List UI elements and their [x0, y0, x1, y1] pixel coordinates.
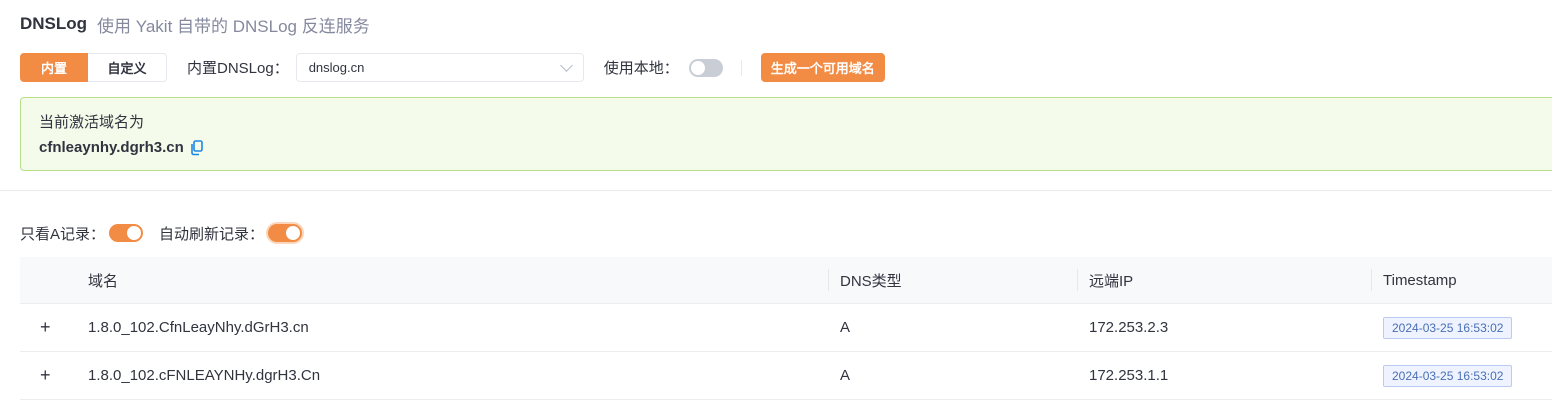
table-row[interactable]: + 1.8.0_102.CfnLeayNhy.dGrH3.cn A 172.25…	[20, 304, 1552, 352]
table-header: 域名 DNS类型 远端IP Timestamp	[20, 257, 1552, 304]
switch-knob	[286, 226, 301, 240]
column-dns-type: DNS类型	[828, 257, 1077, 303]
plus-icon[interactable]: +	[20, 317, 76, 338]
builtin-dnslog-select[interactable]: dnslog.cn	[295, 53, 584, 82]
row-dns-type: A	[840, 319, 851, 336]
switch-knob	[127, 226, 142, 240]
filters-bar: 只看A记录： 自动刷新记录：	[20, 222, 303, 244]
section-divider	[0, 190, 1552, 191]
row-domain: 1.8.0_102.CfnLeayNhy.dGrH3.cn	[88, 319, 309, 336]
row-remote-ip: 172.253.2.3	[1089, 319, 1169, 336]
row-timestamp-cell: 2024-03-25 16:53:02	[1371, 364, 1552, 387]
generate-domain-button[interactable]: 生成一个可用域名	[760, 53, 885, 82]
controls-bar: 内置 自定义 内置DNSLog： dnslog.cn 使用本地： 生成一个可用域…	[20, 53, 885, 82]
divider	[740, 59, 742, 76]
column-domain: 域名	[88, 272, 119, 290]
row-timestamp-cell: 2024-03-25 16:53:02	[1371, 316, 1552, 339]
page-title: DNSLog	[20, 14, 88, 33]
timestamp-badge: 2024-03-25 16:53:02	[1383, 316, 1513, 339]
row-domain: 1.8.0_102.cFNLEAYNHy.dgrH3.Cn	[88, 367, 321, 384]
page-header: DNSLog 使用 Yakit 自带的 DNSLog 反连服务	[20, 12, 370, 36]
column-remote-ip: 远端IP	[1077, 257, 1371, 303]
row-remote-ip: 172.253.1.1	[1089, 367, 1169, 384]
dnslog-page: DNSLog 使用 Yakit 自带的 DNSLog 反连服务 内置 自定义 内…	[0, 0, 1552, 411]
copy-icon[interactable]	[190, 139, 204, 156]
active-domain-value: cfnleaynhy.dgrh3.cn	[39, 139, 184, 156]
only-a-label: 只看A记录：	[20, 225, 106, 243]
dns-records-table: 域名 DNS类型 远端IP Timestamp + 1.8.0_102.CfnL…	[20, 257, 1552, 400]
active-domain-row: cfnleaynhy.dgrh3.cn	[39, 139, 1541, 156]
auto-refresh-label: 自动刷新记录：	[159, 225, 265, 243]
auto-refresh-switch[interactable]	[268, 224, 303, 242]
use-local-switch[interactable]	[688, 58, 723, 77]
mode-custom-button[interactable]: 自定义	[88, 53, 167, 82]
builtin-dnslog-label: 内置DNSLog：	[187, 60, 289, 77]
use-local-label: 使用本地：	[603, 60, 679, 77]
mode-builtin-button[interactable]: 内置	[20, 53, 88, 82]
table-row[interactable]: + 1.8.0_102.cFNLEAYNHy.dgrH3.Cn A 172.25…	[20, 352, 1552, 400]
active-domain-alert: 当前激活域名为 cfnleaynhy.dgrh3.cn	[20, 97, 1552, 171]
column-timestamp: Timestamp	[1371, 257, 1552, 303]
active-domain-label: 当前激活域名为	[39, 114, 145, 131]
column-expand	[20, 257, 76, 303]
row-dns-type: A	[840, 367, 851, 384]
only-a-switch[interactable]	[109, 224, 144, 242]
switch-knob	[690, 60, 705, 75]
page-subtitle: 使用 Yakit 自带的 DNSLog 反连服务	[97, 16, 370, 36]
builtin-dnslog-value: dnslog.cn	[308, 60, 365, 75]
mode-toggle: 内置 自定义	[20, 53, 167, 82]
timestamp-badge: 2024-03-25 16:53:02	[1383, 364, 1513, 387]
chevron-down-icon	[559, 58, 573, 72]
plus-icon[interactable]: +	[20, 365, 76, 386]
